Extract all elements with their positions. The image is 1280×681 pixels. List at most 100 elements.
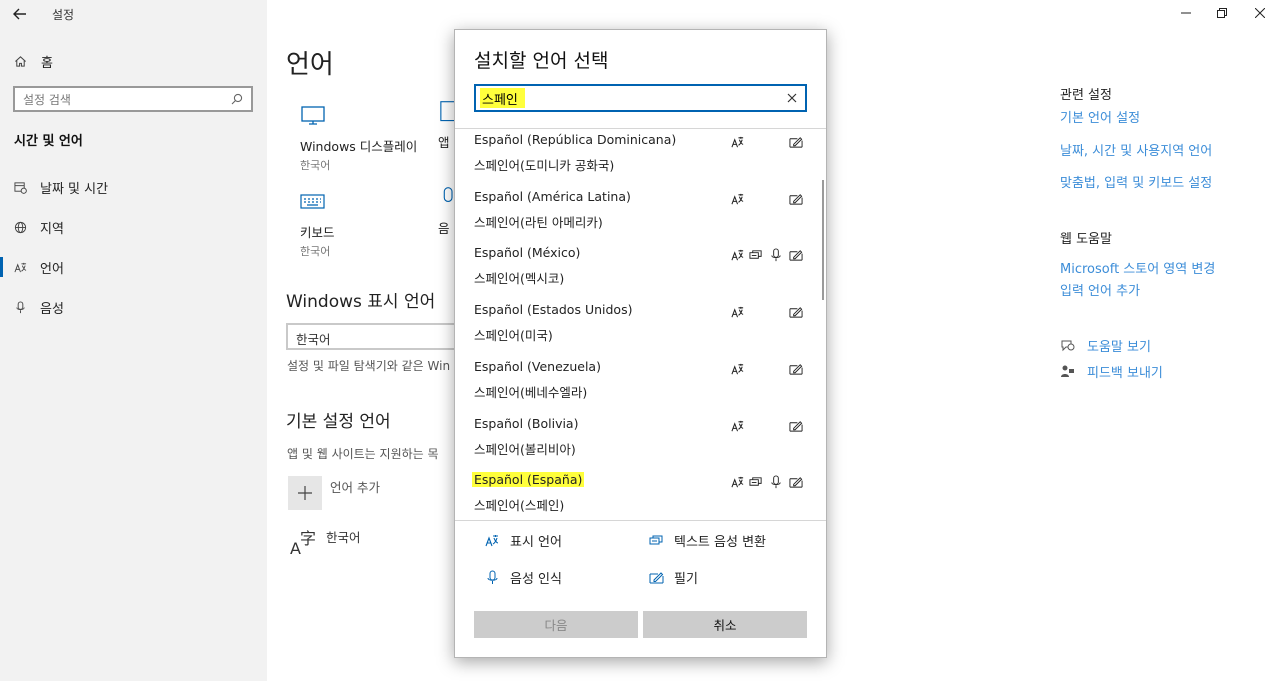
language-row[interactable]: Español (México) 스페인어(멕시코) bbox=[455, 245, 826, 301]
language-native-name: 스페인어(멕시코) bbox=[474, 271, 565, 287]
handwriting-icon bbox=[789, 420, 803, 432]
close-icon bbox=[1255, 8, 1265, 18]
plus-icon bbox=[298, 486, 312, 500]
nav-home-label: 홈 bbox=[41, 55, 53, 71]
language-row[interactable]: Español (España) 스페인어(스페인) bbox=[455, 472, 826, 520]
legend-label: 필기 bbox=[674, 572, 698, 587]
link-add-input-language[interactable]: 입력 언어 추가 bbox=[1060, 280, 1140, 299]
svg-text:字: 字 bbox=[300, 529, 316, 548]
language-native-name: 스페인어(라틴 아메리카) bbox=[474, 214, 603, 230]
link-region-settings[interactable]: 기본 언어 설정 bbox=[1060, 107, 1140, 126]
minimize-button[interactable] bbox=[1178, 5, 1194, 21]
display-language-desc: 설정 및 파일 탐색기와 같은 Win bbox=[287, 359, 451, 373]
sidebar-item-region[interactable]: 지역 bbox=[14, 217, 64, 237]
display-language-icon bbox=[731, 420, 744, 431]
web-help-heading: 웹 도움말 bbox=[1060, 232, 1112, 247]
add-language-button[interactable] bbox=[288, 476, 322, 510]
language-search-input[interactable] bbox=[478, 88, 778, 108]
language-icon bbox=[14, 262, 27, 272]
language-name: Español (España) bbox=[472, 472, 585, 488]
handwriting-icon bbox=[789, 193, 803, 205]
clear-search-icon[interactable] bbox=[785, 91, 799, 105]
language-row[interactable]: Español (Venezuela) 스페인어(베네수엘라) bbox=[455, 359, 826, 415]
tile-speech[interactable]: 음 bbox=[438, 186, 454, 237]
text-to-speech-icon bbox=[649, 535, 663, 545]
sidebar: 설정 홈 설정 검색 시간 및 언어 날짜 및 시간 지역 언어 음성 bbox=[0, 0, 267, 681]
next-button[interactable]: 다음 bbox=[474, 611, 638, 638]
display-language-icon bbox=[731, 306, 744, 318]
monitor-icon bbox=[301, 106, 325, 125]
sidebar-item-language[interactable]: 언어 bbox=[0, 257, 64, 277]
tile-sublabel: 한국어 bbox=[300, 159, 331, 172]
tile-apps[interactable]: 앱 bbox=[438, 100, 454, 151]
get-help-label: 도움말 보기 bbox=[1087, 340, 1151, 355]
legend-handwriting: 필기 bbox=[649, 568, 698, 587]
installed-language-korean[interactable]: 한국어 bbox=[326, 527, 361, 546]
display-language-icon bbox=[731, 250, 744, 261]
get-help-link[interactable]: 도움말 보기 bbox=[1060, 336, 1151, 355]
language-name: Español (Venezuela) bbox=[474, 358, 601, 374]
language-row[interactable]: Español (América Latina) 스페인어(라틴 아메리카) bbox=[455, 189, 826, 245]
language-row[interactable]: Español (Bolivia) 스페인어(볼리비아) bbox=[455, 416, 826, 472]
settings-search-input[interactable]: 설정 검색 bbox=[13, 86, 253, 112]
sidebar-item-date-time[interactable]: 날짜 및 시간 bbox=[14, 177, 108, 197]
tile-sublabel: 한국어 bbox=[300, 245, 331, 258]
microphone-icon bbox=[16, 300, 25, 313]
back-arrow-icon bbox=[13, 8, 26, 20]
display-language-icon bbox=[485, 535, 499, 547]
language-native-name: 스페인어(볼리비아) bbox=[474, 441, 576, 457]
handwriting-icon bbox=[789, 250, 803, 261]
sidebar-item-label: 지역 bbox=[40, 221, 64, 237]
language-row[interactable]: Español (Estados Unidos) 스페인어(미국) bbox=[455, 302, 826, 358]
language-native-name: 스페인어(미국) bbox=[474, 328, 553, 344]
link-store-region[interactable]: Microsoft 스토어 영역 변경 bbox=[1060, 258, 1215, 277]
feedback-label: 피드백 보내기 bbox=[1087, 366, 1163, 381]
link-spelling-keyboard[interactable]: 맞춤법, 입력 및 키보드 설정 bbox=[1060, 172, 1212, 191]
close-button[interactable] bbox=[1252, 5, 1268, 21]
page-title: 언어 bbox=[286, 50, 334, 80]
nav-home[interactable]: 홈 bbox=[14, 52, 53, 71]
sidebar-item-speech[interactable]: 음성 bbox=[14, 297, 64, 317]
tile-windows-display[interactable]: Windows 디스플레이 한국어 bbox=[300, 104, 440, 173]
add-language-label[interactable]: 언어 추가 bbox=[330, 477, 380, 496]
cancel-button[interactable]: 취소 bbox=[643, 611, 807, 638]
tile-label: 음 bbox=[438, 221, 450, 236]
legend-label: 텍스트 음성 변환 bbox=[674, 535, 766, 550]
section-heading: 시간 및 언어 bbox=[14, 134, 83, 149]
display-language-icon bbox=[731, 193, 744, 205]
display-language-icon bbox=[731, 477, 744, 488]
search-placeholder: 설정 검색 bbox=[23, 92, 71, 107]
speech-recognition-icon bbox=[487, 570, 498, 584]
sidebar-item-label: 언어 bbox=[40, 261, 64, 277]
legend-speech-recognition: 음성 인식 bbox=[485, 568, 562, 587]
link-date-time-region[interactable]: 날짜, 시간 및 사용지역 언어 bbox=[1060, 140, 1212, 159]
related-settings-heading: 관련 설정 bbox=[1060, 88, 1112, 103]
restore-icon bbox=[1217, 8, 1227, 18]
list-scrollbar[interactable] bbox=[822, 180, 824, 300]
speech-recognition-icon bbox=[771, 475, 781, 489]
language-name: Español (Estados Unidos) bbox=[474, 302, 633, 318]
handwriting-icon bbox=[649, 572, 664, 584]
speech-recognition-icon bbox=[771, 248, 781, 262]
text-to-speech-icon bbox=[749, 250, 762, 260]
home-icon bbox=[15, 55, 26, 67]
handwriting-icon bbox=[789, 363, 803, 375]
app-window-icon bbox=[440, 101, 454, 122]
language-row[interactable]: Español (República Dominicana) 스페인어(도미니카 … bbox=[455, 132, 826, 188]
back-button[interactable] bbox=[6, 2, 34, 26]
feedback-link[interactable]: 피드백 보내기 bbox=[1060, 362, 1163, 381]
dialog-title: 설치할 언어 선택 bbox=[474, 50, 609, 72]
handwriting-icon bbox=[789, 477, 803, 488]
text-to-speech-icon bbox=[749, 477, 762, 486]
legend-label: 음성 인식 bbox=[510, 572, 562, 587]
feedback-person-icon bbox=[1061, 365, 1074, 377]
language-search-field[interactable] bbox=[474, 84, 807, 112]
restore-button[interactable] bbox=[1214, 5, 1230, 21]
legend-label: 표시 언어 bbox=[510, 535, 562, 550]
tile-keyboard[interactable]: 키보드 한국어 bbox=[300, 190, 440, 259]
language-native-name: 스페인어(베네수엘라) bbox=[474, 384, 588, 400]
preferred-language-desc: 앱 및 웹 사이트는 지원하는 목 bbox=[287, 447, 439, 461]
language-name: Español (República Dominicana) bbox=[474, 132, 677, 147]
app-title: 설정 bbox=[52, 8, 75, 22]
sidebar-item-label: 음성 bbox=[40, 301, 64, 317]
